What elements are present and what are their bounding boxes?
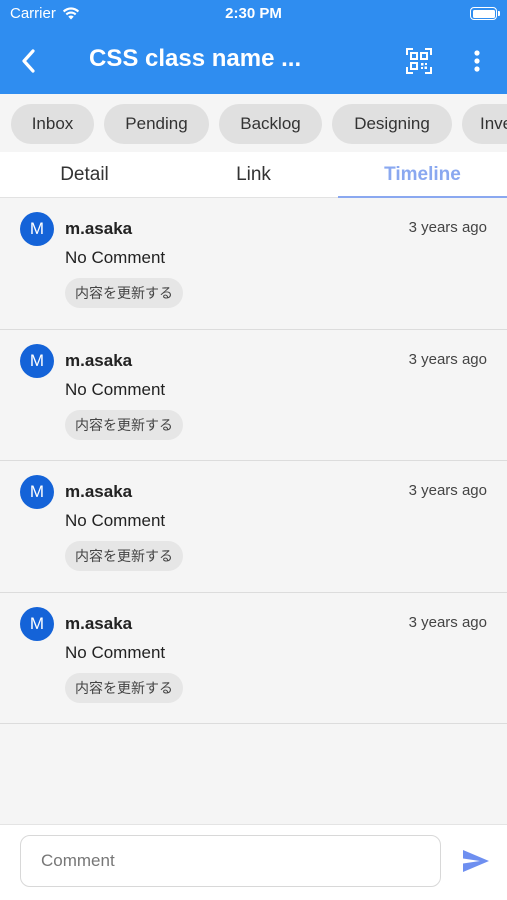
avatar[interactable]: M xyxy=(20,606,54,641)
timestamp: 3 years ago xyxy=(408,219,487,236)
timestamp: 3 years ago xyxy=(408,482,487,499)
qr-scan-button[interactable] xyxy=(402,44,436,78)
comment-bar xyxy=(0,824,507,900)
tab-link[interactable]: Link xyxy=(169,152,338,197)
more-options-button[interactable] xyxy=(464,44,490,78)
chip-backlog[interactable]: Backlog xyxy=(219,104,322,144)
comment-text: No Comment xyxy=(65,248,166,267)
send-button[interactable] xyxy=(458,845,494,877)
chevron-left-icon xyxy=(22,49,35,73)
page-title: CSS class name ... xyxy=(89,45,302,72)
timestamp: 3 years ago xyxy=(408,613,487,631)
chip-designing[interactable]: Designing xyxy=(332,104,452,144)
chip-inbox[interactable]: Inbox xyxy=(11,104,94,144)
tab-bar: Detail Link Timeline xyxy=(0,152,507,198)
timeline-entry: M m.asaka 3 years ago No Comment 内容を更新する xyxy=(0,461,507,593)
app-bar: Carrier 2:30 PM CSS class name ... xyxy=(0,0,507,94)
comment-text: No Comment xyxy=(65,379,166,399)
status-time: 2:30 PM xyxy=(225,5,282,22)
timeline-entry: M m.asaka 3 years ago No Comment 内容を更新する xyxy=(0,198,507,330)
chip-pending[interactable]: Pending xyxy=(104,104,209,144)
avatar[interactable]: M xyxy=(20,343,54,378)
more-vertical-icon xyxy=(474,50,480,72)
username: m.asaka xyxy=(65,482,133,501)
status-bar: Carrier 2:30 PM xyxy=(0,0,507,28)
avatar[interactable]: M xyxy=(20,212,54,246)
timeline-entry: M m.asaka 3 years ago No Comment 内容を更新する xyxy=(0,330,507,461)
username: m.asaka xyxy=(65,350,133,370)
username: m.asaka xyxy=(65,219,133,238)
timestamp: 3 years ago xyxy=(408,350,487,368)
qr-scan-icon xyxy=(406,48,432,74)
action-badge: 内容を更新する xyxy=(65,409,183,440)
action-badge: 内容を更新する xyxy=(65,672,183,703)
comment-text: No Comment xyxy=(65,511,166,530)
comment-input[interactable] xyxy=(20,835,441,887)
avatar[interactable]: M xyxy=(20,475,54,509)
send-icon xyxy=(463,850,489,872)
action-badge: 内容を更新する xyxy=(65,278,183,308)
back-button[interactable] xyxy=(12,44,46,78)
timeline-entry: M m.asaka 3 years ago No Comment 内容を更新する xyxy=(0,593,507,724)
action-badge: 内容を更新する xyxy=(65,541,183,571)
tab-detail[interactable]: Detail xyxy=(0,152,169,197)
timeline-list: M m.asaka 3 years ago No Comment 内容を更新する… xyxy=(0,198,507,724)
status-chip-row: Inbox Pending Backlog Designing Inve xyxy=(0,94,507,152)
username: m.asaka xyxy=(65,613,133,633)
comment-text: No Comment xyxy=(65,642,166,662)
chip-inve[interactable]: Inve xyxy=(462,104,507,144)
tab-timeline[interactable]: Timeline xyxy=(338,152,507,197)
battery-icon xyxy=(470,7,500,20)
